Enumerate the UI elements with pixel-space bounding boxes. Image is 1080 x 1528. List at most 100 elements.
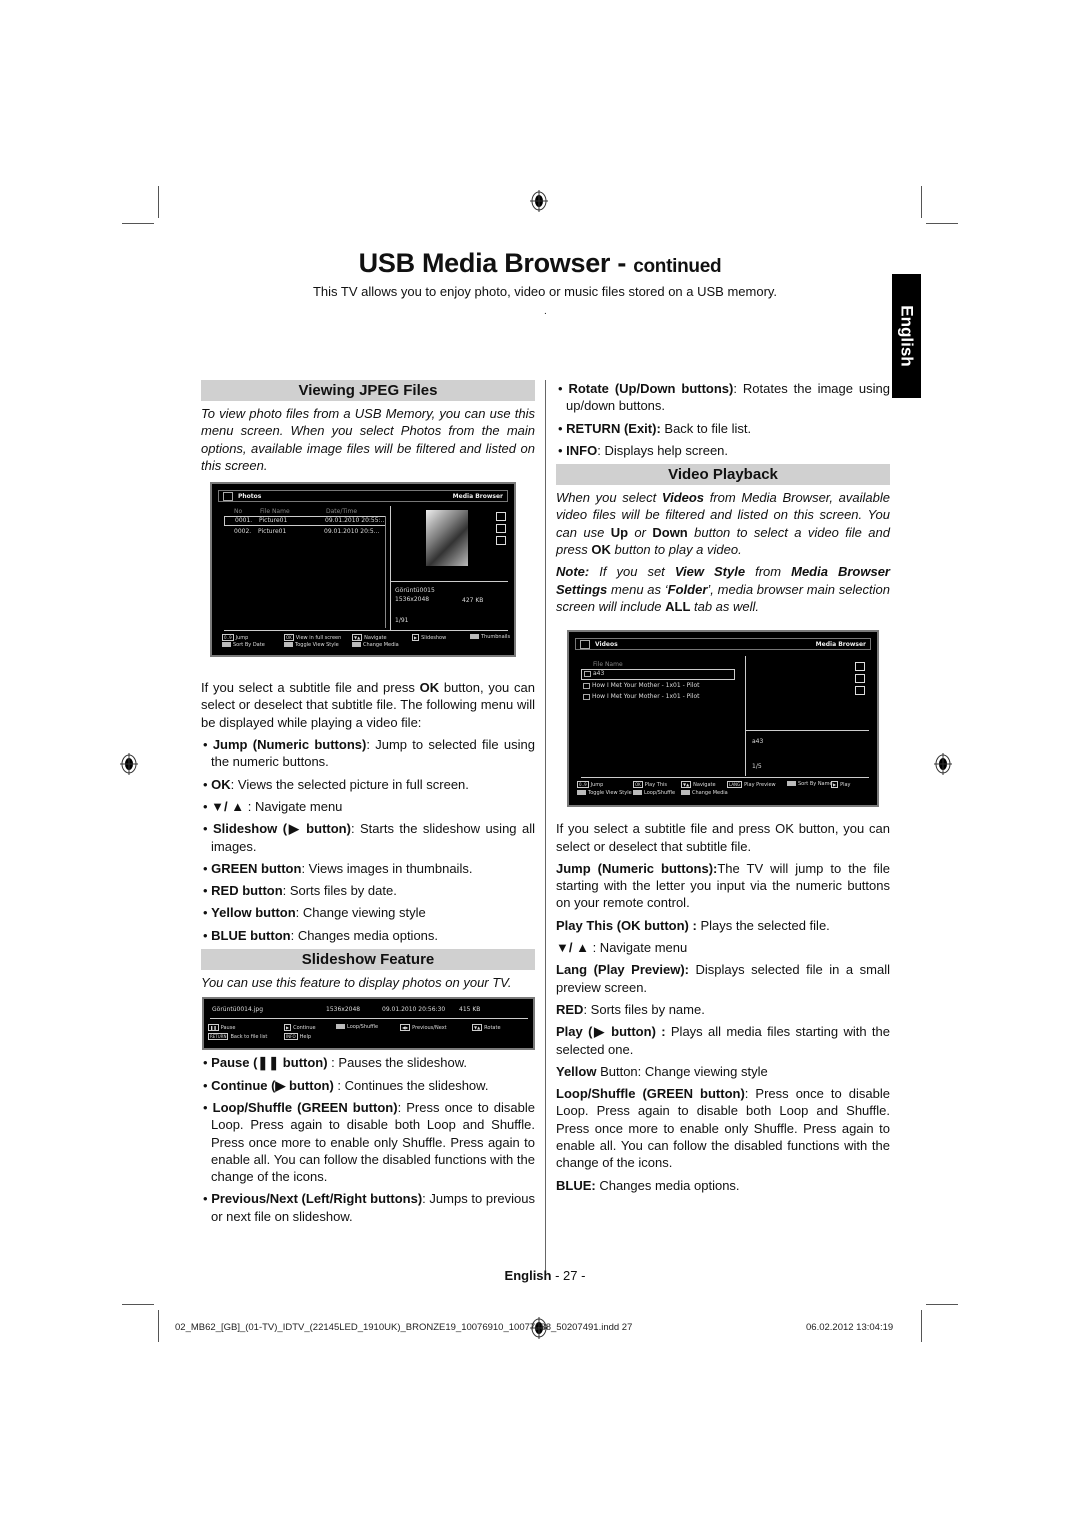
panel-divider (390, 506, 391, 631)
col-file-name: File Name (593, 661, 623, 668)
legend-item: ◀▶ Previous/Next (400, 1024, 447, 1031)
slideshow-intro: You can use this feature to display phot… (201, 975, 512, 991)
bullet-item: • Jump (Numeric buttons): Jump to select… (203, 737, 535, 770)
legend-item: LANG Play Preview (727, 781, 776, 788)
registration-mark-icon (934, 753, 952, 775)
remote-key-icon: 0..9 (577, 781, 589, 788)
stop-icon (855, 686, 865, 695)
bullet-item: • RED button: Sorts files by date. (203, 883, 397, 899)
bullet-item: • RETURN (Exit): Back to file list. (558, 420, 752, 436)
paragraph: Yellow Button: Change viewing style (556, 1063, 768, 1079)
videos-screen: Videos Media Browser File Name a43 How I … (567, 630, 879, 807)
remote-key-icon: OK (284, 634, 294, 641)
info-divider (745, 730, 869, 731)
info-file-name: Görüntü0015 (395, 587, 435, 594)
legend-item: ❚❚ Pause (208, 1024, 236, 1031)
bullet-item: • Slideshow (▶ button): Starts the slide… (203, 821, 535, 854)
subtitle-paragraph: If you select a subtitle file and press … (201, 680, 535, 730)
print-slug: 02_MB62_[GB]_(01-TV)_IDTV_(22145LED_1910… (175, 1322, 633, 1333)
paragraph: BLUE: Changes media options. (556, 1177, 740, 1193)
section-heading-video: Video Playback (556, 464, 890, 486)
crop-mark (158, 186, 159, 218)
paragraph: Lang (Play Preview): Displays selected f… (556, 962, 890, 995)
file-row[interactable]: How I Met Your Mother - 1x01 - Pilot (581, 693, 699, 700)
legend-item: INFO Help (284, 1033, 312, 1040)
file-counter: 1/5 (752, 763, 762, 770)
legend-item: Sort By Date (222, 642, 265, 648)
file-row[interactable]: a43 (581, 669, 735, 680)
remote-key-icon: ▶ (284, 1024, 292, 1031)
remote-key-icon (577, 790, 586, 795)
remote-key-icon (222, 642, 231, 647)
legend-item: OK Play This (633, 781, 668, 788)
intro-dot: . (544, 306, 547, 317)
stop-icon (496, 536, 506, 545)
bullet-item: • GREEN button: Views images in thumbnai… (203, 860, 473, 876)
crop-mark (926, 1304, 958, 1305)
paragraph: If you select a subtitle file and press … (556, 821, 890, 854)
info-size: 427 KB (462, 597, 484, 604)
paragraph: RED: Sorts files by name. (556, 1001, 705, 1017)
paragraph: Play This (OK button) : Plays the select… (556, 917, 830, 933)
bullet-item: • BLUE button: Changes media options. (203, 927, 439, 943)
info-divider (390, 581, 508, 582)
section-heading-jpeg: Viewing JPEG Files (201, 380, 535, 401)
remote-key-icon (352, 642, 361, 647)
crop-mark (926, 223, 958, 224)
legend-item: ▼▲ Navigate (352, 634, 387, 641)
paragraph: Jump (Numeric buttons):The TV will jump … (556, 860, 890, 911)
file-counter: 1/91 (395, 617, 409, 624)
loop-icon (496, 512, 506, 521)
slideshow-size: 415 KB (459, 1006, 481, 1013)
info-file-name: a43 (752, 738, 764, 745)
note-paragraph: Note: If you set View Style from Media B… (556, 564, 891, 614)
legend-item: Toggle View Style (284, 642, 339, 648)
bullet-item: • Pause (❚❚ button) : Pauses the slidesh… (203, 1055, 468, 1071)
shuffle-icon (855, 674, 865, 683)
bullet-item: • Loop/Shuffle (GREEN button): Press onc… (203, 1099, 535, 1185)
remote-key-icon: ❚❚ (208, 1024, 219, 1031)
remote-key-icon (633, 790, 642, 795)
legend-item: ▶ Slideshow (412, 634, 447, 641)
legend-item: Thumbnails (470, 634, 510, 640)
file-row[interactable]: 0001. Picture01 09.01.2010 20:55:.. (224, 516, 386, 526)
photos-screen: Photos Media Browser No File Name Date/Ti… (210, 482, 516, 657)
photo-preview (426, 510, 468, 566)
photos-icon (223, 491, 233, 501)
col-no: No (234, 508, 243, 515)
remote-key-icon: ▼▲ (352, 634, 363, 641)
slideshow-file: Görüntü0014.jpg (212, 1006, 264, 1013)
legend-divider (224, 630, 508, 631)
file-row[interactable]: How I Met Your Mother - 1x01 - Pilot (581, 682, 699, 689)
slideshow-res: 1536x2048 (326, 1006, 361, 1013)
scrollbar[interactable] (385, 516, 386, 628)
remote-key-icon: ▼▲ (681, 781, 692, 788)
legend-item: 0..9 Jump (577, 781, 604, 788)
bullet-item: • Continue (▶ button) : Continues the sl… (203, 1077, 489, 1093)
remote-key-icon (681, 790, 690, 795)
col-date: Date/Time (326, 508, 358, 515)
bullet-item: • Yellow button: Change viewing style (203, 905, 426, 921)
bullet-item: • INFO: Displays help screen. (558, 442, 729, 458)
info-resolution: 1536x2048 (395, 596, 430, 603)
section-heading-slideshow: Slideshow Feature (201, 949, 535, 971)
remote-key-icon: LANG (727, 781, 743, 788)
legend-item: Toggle View Style (577, 790, 632, 796)
legend-item: 0..9 Jump (222, 634, 249, 641)
remote-key-icon (284, 642, 293, 647)
legend-item: Change Media (681, 790, 728, 796)
crop-mark (921, 186, 922, 218)
crop-mark (122, 1304, 154, 1305)
print-date: 06.02.2012 13:04:19 (806, 1322, 894, 1333)
video-intro: When you select Videos from Media Browse… (556, 490, 891, 558)
legend-item: Loop/Shuffle (336, 1024, 378, 1030)
bullet-item: • Rotate (Up/Down buttons): Rotates the … (558, 381, 890, 414)
shuffle-icon (496, 524, 506, 533)
page-footer: English - 27 - (504, 1268, 586, 1283)
registration-mark-icon (530, 190, 548, 212)
file-row[interactable]: 0002. Picture01 09.01.2010 20:5... (224, 528, 384, 536)
slideshow-divider (210, 1018, 528, 1019)
col-file-name: File Name (260, 508, 290, 515)
remote-key-icon (470, 634, 479, 639)
slideshow-date: 09.01.2010 20:56:30 (382, 1006, 446, 1013)
